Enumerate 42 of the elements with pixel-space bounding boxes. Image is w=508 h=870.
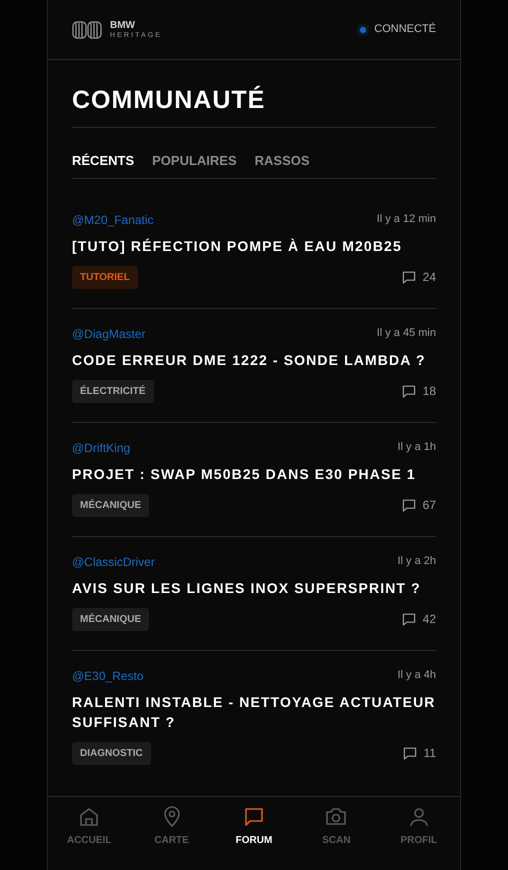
grille-logo-icon [72,20,102,38]
post-time: Il y a 2h [397,554,436,570]
connection-status: CONNECTÉ [374,22,436,38]
tab[interactable]: RASSOS [254,151,310,170]
logo-text: BMW [110,20,136,30]
nav-tab[interactable]: SCAN [295,797,378,856]
tab[interactable]: RÉCENTS [72,151,134,170]
page-title: COMMUNAUTÉ [72,85,266,115]
author-link[interactable]: @M20_Fanatic [72,210,154,228]
nav-tab[interactable]: FORUM [212,797,296,856]
author-link[interactable]: @E30_Resto [72,666,144,684]
category-tag: MÉCANIQUE [72,494,150,516]
category-tag: ÉLECTRICITÉ [72,380,154,402]
post-title[interactable]: AVIS SUR LES LIGNES INOX SUPERSPRINT ? [72,578,436,598]
comment-icon [400,497,417,513]
comment-icon [402,745,418,761]
comment-count: 24 [422,269,436,286]
comment-count: 42 [422,611,436,628]
category-tag: DIAGNOSTIC [72,742,151,764]
category-tag: TUTORIEL [72,266,138,288]
author-link[interactable]: @DiagMaster [72,324,146,342]
comment-icon [400,269,417,285]
category-tag: MÉCANIQUE [72,608,150,630]
comment-icon [400,383,417,399]
post-title[interactable]: RALENTI INSTABLE - NETTOYAGE ACTUATEUR SUFFISANT ? [72,692,436,732]
post-time: Il y a 4h [397,668,436,684]
comment-count: 18 [422,383,436,400]
post-title[interactable]: [TUTO] RÉFECTION POMPE À EAU M20B25 [72,236,436,256]
comment-count: 67 [422,497,436,514]
post-time: Il y a 12 min [376,212,436,228]
post-title[interactable]: PROJET : SWAP M50B25 DANS E30 PHASE 1 [72,464,436,484]
nav-tab[interactable]: PROFIL [378,797,460,856]
post-time: Il y a 1h [397,440,436,456]
author-link[interactable]: @DriftKing [72,438,130,456]
comment-icon [400,611,417,627]
nav-tab[interactable]: ACCUEIL [48,797,130,856]
author-link[interactable]: @ClassicDriver [72,552,155,570]
post-title[interactable]: CODE ERREUR DME 1222 - SONDE LAMBDA ? [72,350,436,370]
post-time: Il y a 45 min [376,326,436,342]
comment-count: 11 [424,745,436,762]
tab[interactable]: POPULAIRES [152,151,237,170]
nav-tab[interactable]: CARTE [130,797,213,856]
